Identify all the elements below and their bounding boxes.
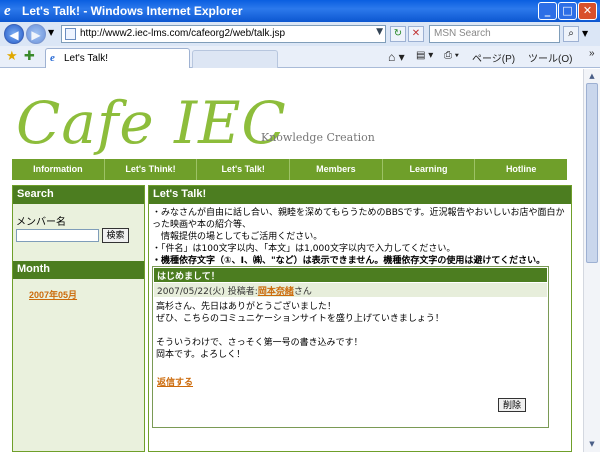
address-bar[interactable]: http://www2.iec-lms.com/cafeorg2/web/tal… <box>61 25 386 43</box>
forward-icon[interactable]: ▶ <box>26 24 46 44</box>
sidebar-month-heading: Month <box>13 261 144 279</box>
reply-link[interactable]: 返信する <box>157 375 193 388</box>
post-line <box>156 325 541 337</box>
tab-label: Let's Talk! <box>64 53 108 64</box>
back-icon[interactable]: ◀ <box>4 24 24 44</box>
close-button[interactable]: ✕ <box>578 2 597 20</box>
search-button[interactable]: 検索 <box>102 228 129 243</box>
intro-line: ・みなさんが自由に話し合い、親睦を深めてもらうためのBBSです。近況報告やおいし… <box>152 208 565 230</box>
site-tagline: Knowledge Creation <box>261 131 375 144</box>
refresh-icon[interactable]: ↻ <box>390 26 406 42</box>
window-title: Let's Talk! - Windows Internet Explorer <box>22 4 243 18</box>
nav-lets-think[interactable]: Let's Think! <box>103 159 197 180</box>
ie-logo-icon: e <box>4 3 11 19</box>
tab-bar: ★ ✚ e Let's Talk! ⌂ ▾ ▤ ▾ ⎙ ▾ ページ(P) ツール… <box>0 46 600 68</box>
delete-button[interactable]: 削除 <box>498 398 526 412</box>
sidebar-search-heading: Search <box>13 186 144 204</box>
feeds-icon[interactable]: ▤ ▾ <box>416 50 433 61</box>
window-title-bar: e Let's Talk! - Windows Internet Explore… <box>0 0 600 22</box>
minimize-button[interactable]: _ <box>538 2 557 20</box>
tools-menu[interactable]: ツール(O) <box>528 50 572 65</box>
nav-hotline[interactable]: Hotline <box>474 159 567 180</box>
post-title: はじめまして！ <box>154 268 547 282</box>
scroll-thumb[interactable] <box>586 83 598 263</box>
home-icon[interactable]: ⌂ ▾ <box>388 50 405 64</box>
page-icon <box>65 28 76 40</box>
stop-icon[interactable]: ✕ <box>408 26 424 42</box>
toolbar-more-icon[interactable]: » <box>589 48 595 59</box>
tab-ie-icon: e <box>50 52 55 64</box>
scroll-down-icon[interactable]: ▼ <box>586 438 598 450</box>
main-nav: Information Let's Think! Let's Talk! Mem… <box>12 159 567 180</box>
nav-members[interactable]: Members <box>289 159 382 180</box>
page-menu[interactable]: ページ(P) <box>472 50 515 65</box>
post-author-link[interactable]: 岡本奈緒 <box>258 287 294 297</box>
address-toolbar: ◀ ▶ ▼ http://www2.iec-lms.com/cafeorg2/w… <box>0 22 600 46</box>
month-link[interactable]: 2007年05月 <box>29 288 77 301</box>
nav-information[interactable]: Information <box>12 159 104 180</box>
member-name-input[interactable] <box>16 229 99 242</box>
tab-lets-talk[interactable]: e Let's Talk! <box>45 48 190 68</box>
search-go-icon[interactable]: ⌕ <box>563 26 579 42</box>
print-icon[interactable]: ⎙ ▾ <box>444 50 459 61</box>
intro-line: 情報提供の場としてもご活用ください。 <box>152 232 323 242</box>
sidebar: Search メンバー名 検索 Month 2007年05月 <box>12 185 145 452</box>
address-dropdown-icon[interactable]: ▼ <box>376 27 383 37</box>
search-options-icon[interactable]: ▼ <box>582 29 588 38</box>
main-panel: Let's Talk! ・みなさんが自由に話し合い、親睦を深めてもらうためのBB… <box>148 185 572 452</box>
maximize-button[interactable]: □ <box>558 2 577 20</box>
post-line: 岡本です。よろしく！ <box>156 350 246 360</box>
post-line: ぜひ、こちらのコミュニケーションサイトを盛り上げていきましょう！ <box>156 314 444 324</box>
nav-lets-talk[interactable]: Let's Talk! <box>196 159 289 180</box>
post-line: そういうわけで、さっそく第一号の書き込みです！ <box>156 338 363 348</box>
post-body: 高杉さん、先日はありがとうございました！ ぜひ、こちらのコミュニケーションサイト… <box>156 301 541 361</box>
post-card: はじめまして！ 2007/05/22(火) 投稿者:岡本奈緒さん 高杉さん、先日… <box>152 266 549 428</box>
member-name-label: メンバー名 <box>16 217 66 228</box>
history-dropdown-icon[interactable]: ▼ <box>48 28 54 37</box>
scroll-up-icon[interactable]: ▲ <box>586 70 598 82</box>
post-honorific: さん <box>293 287 312 297</box>
main-heading: Let's Talk! <box>149 186 571 204</box>
add-favorites-icon[interactable]: ✚ <box>24 49 35 64</box>
nav-learning[interactable]: Learning <box>381 159 475 180</box>
site-logo: Cafe IEC <box>16 89 287 157</box>
post-author-label: 投稿者: <box>227 287 258 297</box>
post-line: 高杉さん、先日はありがとうございました！ <box>156 302 337 312</box>
intro-line: ・「件名」は100文字以内、「本文」は1,000文字以内で入力してください。 <box>152 244 456 254</box>
search-input[interactable]: MSN Search <box>429 25 560 43</box>
vertical-scrollbar[interactable]: ▲ ▼ <box>583 69 600 452</box>
new-tab[interactable] <box>192 50 278 68</box>
address-url[interactable]: http://www2.iec-lms.com/cafeorg2/web/tal… <box>80 28 285 39</box>
intro-text: ・みなさんが自由に話し合い、親睦を深めてもらうためのBBSです。近況報告やおいし… <box>152 207 568 267</box>
post-meta: 2007/05/22(火) 投稿者:岡本奈緒さん <box>154 283 547 297</box>
favorites-star-icon[interactable]: ★ <box>6 49 18 64</box>
post-date: 2007/05/22(火) <box>157 287 225 297</box>
